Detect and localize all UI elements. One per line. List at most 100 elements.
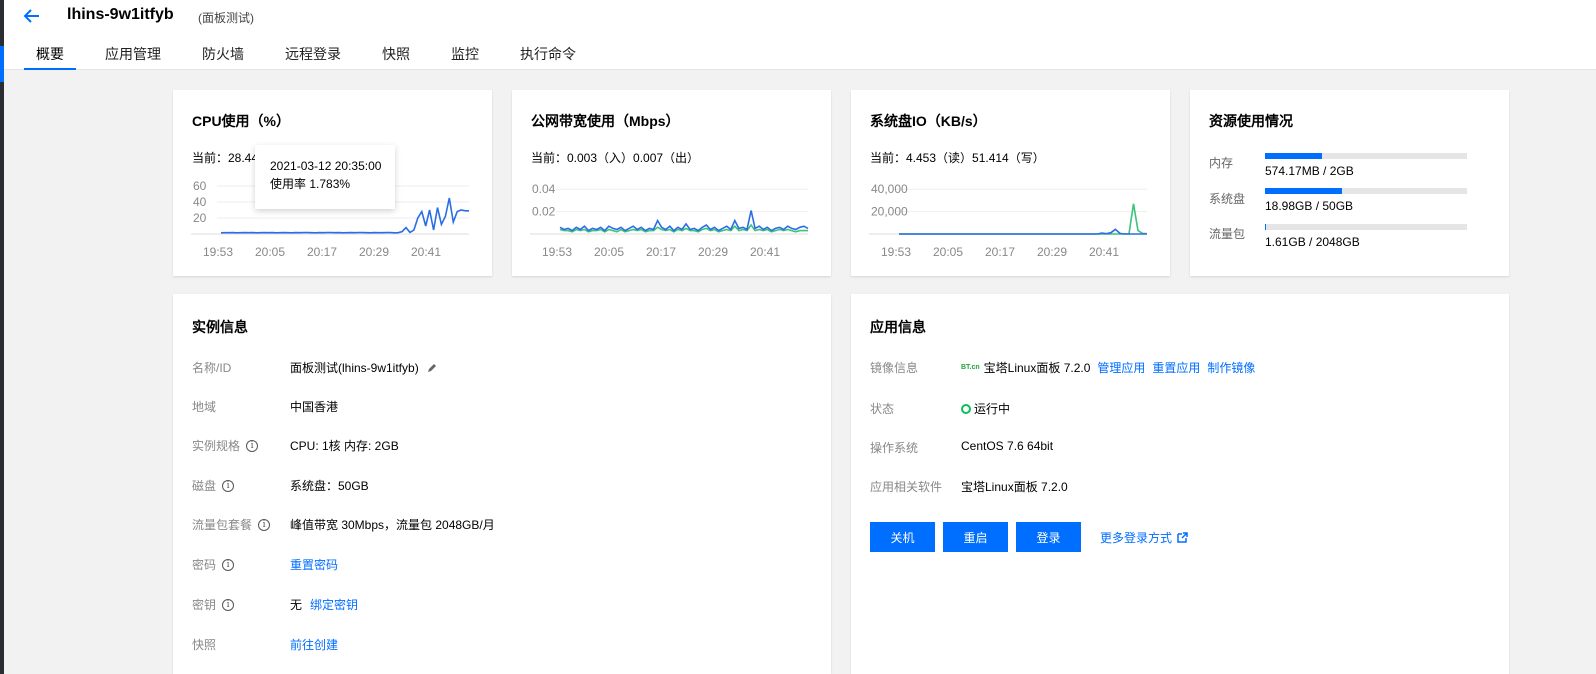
y-tick-label: 20,000 bbox=[871, 205, 908, 219]
region-label: 地域 bbox=[192, 400, 217, 414]
software-value: 宝塔Linux面板 7.2.0 bbox=[961, 480, 1068, 494]
traffic-plan-label: 流量包套餐 bbox=[192, 518, 253, 532]
os-value: CentOS 7.6 64bit bbox=[961, 439, 1054, 453]
info-icon[interactable]: i bbox=[222, 479, 235, 492]
tab-app-management[interactable]: 应用管理 bbox=[103, 44, 163, 70]
y-tick-label: 60 bbox=[193, 179, 207, 193]
resource-memory-bar bbox=[1265, 153, 1467, 159]
instance-info-title: 实例信息 bbox=[192, 319, 248, 335]
running-status-icon bbox=[961, 403, 971, 414]
bandwidth-chart[interactable]: 0.02 0.04 19:53 20:05 20:17 20:29 20:41 bbox=[530, 176, 810, 262]
info-icon[interactable]: i bbox=[222, 598, 235, 611]
make-image-link[interactable]: 制作镜像 bbox=[1207, 359, 1255, 376]
y-tick-label: 20 bbox=[193, 211, 207, 225]
tab-remote-login[interactable]: 远程登录 bbox=[283, 44, 343, 70]
status-value: 运行中 bbox=[974, 402, 1011, 416]
bandwidth-card: 公网带宽使用（Mbps） 当前：0.003（入）0.007（出） 0.02 0.0… bbox=[512, 90, 831, 276]
create-snapshot-link[interactable]: 前往创建 bbox=[290, 636, 338, 653]
resource-disk-value: 18.98GB / 50GB bbox=[1265, 199, 1354, 213]
tab-monitor[interactable]: 监控 bbox=[449, 44, 481, 70]
resource-traffic-label: 流量包 bbox=[1209, 227, 1246, 241]
external-link-icon bbox=[1177, 532, 1188, 543]
snapshot-label: 快照 bbox=[192, 638, 217, 652]
series-line-0 bbox=[559, 210, 809, 232]
restart-button[interactable]: 重启 bbox=[943, 522, 1008, 552]
tab-firewall[interactable]: 防火墙 bbox=[200, 44, 246, 70]
y-tick-label: 0.02 bbox=[532, 205, 556, 219]
x-tick-label: 20:05 bbox=[933, 245, 963, 259]
software-label: 应用相关软件 bbox=[870, 480, 943, 494]
reset-password-link[interactable]: 重置密码 bbox=[290, 556, 338, 573]
instance-name-label: 名称/ID bbox=[192, 361, 232, 375]
spec-value: CPU: 1核 内存: 2GB bbox=[290, 439, 399, 453]
status-label: 状态 bbox=[870, 402, 895, 416]
status-row: 运行中 bbox=[961, 400, 1010, 417]
key-label: 密钥 bbox=[192, 598, 217, 612]
x-tick-label: 20:29 bbox=[698, 245, 728, 259]
info-icon[interactable]: i bbox=[246, 439, 259, 452]
os-label: 操作系统 bbox=[870, 441, 919, 455]
resource-memory-fill bbox=[1265, 153, 1322, 159]
back-arrow-icon[interactable] bbox=[22, 6, 42, 26]
x-tick-label: 19:53 bbox=[542, 245, 572, 259]
more-login-link[interactable]: 更多登录方式 bbox=[1100, 529, 1188, 546]
image-info-row: BT.cn 宝塔Linux面板 7.2.0 管理应用 重置应用 制作镜像 bbox=[961, 359, 1255, 376]
disk-io-chart[interactable]: 20,000 40,000 19:53 20:05 20:17 20:29 20:41 bbox=[869, 176, 1149, 262]
disk-io-card: 系统盘IO（KB/s） 当前：4.453（读）51.414（写） 20,000 4… bbox=[851, 90, 1170, 276]
tooltip-value: 使用率 1.783% bbox=[270, 177, 351, 191]
resource-traffic-bar bbox=[1265, 224, 1467, 230]
cpu-current-value: 当前：28.44 bbox=[192, 151, 259, 165]
x-tick-label: 20:05 bbox=[255, 245, 285, 259]
x-tick-label: 20:29 bbox=[359, 245, 389, 259]
y-tick-label: 0.04 bbox=[532, 182, 556, 196]
x-tick-label: 20:17 bbox=[307, 245, 337, 259]
x-tick-label: 20:41 bbox=[411, 245, 441, 259]
app-info-title: 应用信息 bbox=[870, 319, 926, 335]
tab-run-command[interactable]: 执行命令 bbox=[518, 44, 578, 70]
password-label-row: 密码 i bbox=[192, 556, 235, 573]
y-tick-label: 40 bbox=[193, 195, 207, 209]
series-line-1 bbox=[899, 203, 1148, 235]
bind-key-link[interactable]: 绑定密钥 bbox=[310, 596, 358, 613]
key-row: 无 绑定密钥 bbox=[290, 596, 358, 613]
region-value: 中国香港 bbox=[290, 400, 339, 414]
login-button[interactable]: 登录 bbox=[1016, 522, 1081, 552]
y-tick-label: 40,000 bbox=[871, 182, 908, 196]
x-tick-label: 20:05 bbox=[594, 245, 624, 259]
tab-overview[interactable]: 概要 bbox=[24, 44, 76, 70]
tab-snapshot[interactable]: 快照 bbox=[380, 44, 412, 70]
resource-traffic-value: 1.61GB / 2048GB bbox=[1265, 235, 1360, 249]
disk-io-card-title: 系统盘IO（KB/s） bbox=[870, 113, 987, 129]
edit-pencil-icon[interactable] bbox=[426, 362, 438, 374]
bandwidth-current-value: 当前：0.003（入）0.007（出） bbox=[531, 151, 700, 165]
left-nav-edge bbox=[0, 0, 4, 674]
resource-disk-label: 系统盘 bbox=[1209, 192, 1246, 206]
spec-label-row: 实例规格 i bbox=[192, 437, 259, 454]
more-login-label: 更多登录方式 bbox=[1100, 531, 1173, 545]
manage-app-link[interactable]: 管理应用 bbox=[1097, 359, 1145, 376]
disk-value: 系统盘：50GB bbox=[290, 479, 369, 493]
series-line-0 bbox=[899, 228, 1147, 235]
disk-io-current-value: 当前：4.453（读）51.414（写） bbox=[870, 151, 1045, 165]
disk-label-row: 磁盘 i bbox=[192, 477, 235, 494]
resource-memory-value: 574.17MB / 2GB bbox=[1265, 164, 1354, 178]
shutdown-button[interactable]: 关机 bbox=[870, 522, 935, 552]
instance-info-card: 实例信息 名称/ID 面板测试(lhins-9w1itfyb) 地域 中国香港 … bbox=[173, 294, 831, 674]
x-tick-label: 19:53 bbox=[203, 245, 233, 259]
bandwidth-card-title: 公网带宽使用（Mbps） bbox=[531, 113, 680, 129]
resource-usage-card: 资源使用情况 内存 574.17MB / 2GB 系统盘 18.98GB / 5… bbox=[1190, 90, 1509, 276]
instance-name-value: 面板测试(lhins-9w1itfyb) bbox=[290, 361, 419, 375]
page-header: lhins-9w1itfyb (面板测试) 概要 应用管理 防火墙 远程登录 快… bbox=[4, 0, 1596, 70]
reset-app-link[interactable]: 重置应用 bbox=[1152, 359, 1200, 376]
disk-label: 磁盘 bbox=[192, 479, 217, 493]
info-icon[interactable]: i bbox=[258, 518, 271, 531]
image-info-label: 镜像信息 bbox=[870, 361, 919, 375]
app-info-card: 应用信息 镜像信息 BT.cn 宝塔Linux面板 7.2.0 管理应用 重置应… bbox=[851, 294, 1509, 674]
key-value: 无 bbox=[290, 598, 303, 612]
tooltip-time: 2021-03-12 20:35:00 bbox=[270, 159, 382, 173]
x-tick-label: 20:17 bbox=[646, 245, 676, 259]
info-icon[interactable]: i bbox=[222, 558, 235, 571]
instance-subtitle: (面板测试) bbox=[198, 11, 254, 25]
password-label: 密码 bbox=[192, 558, 217, 572]
x-tick-label: 20:17 bbox=[985, 245, 1015, 259]
